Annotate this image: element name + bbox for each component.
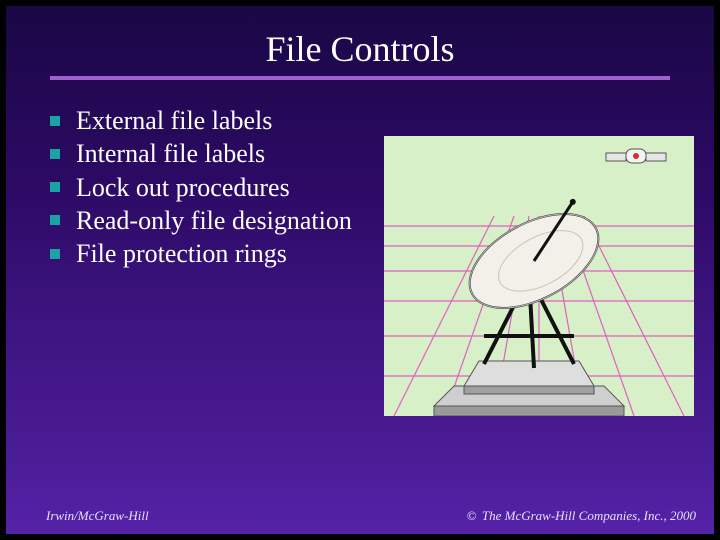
bullet-square-icon bbox=[50, 116, 60, 126]
title-area: File Controls bbox=[6, 6, 714, 90]
footer-right: © The McGraw-Hill Companies, Inc., 2000 bbox=[467, 508, 696, 524]
list-item: Internal file labels bbox=[50, 137, 352, 170]
bullet-text: External file labels bbox=[76, 104, 272, 137]
bullet-text: File protection rings bbox=[76, 237, 287, 270]
bullet-text: Internal file labels bbox=[76, 137, 265, 170]
slide: File Controls External file labels Inter… bbox=[6, 6, 714, 534]
dish-svg-icon bbox=[384, 136, 694, 416]
footer-left: Irwin/McGraw-Hill bbox=[46, 508, 149, 524]
satellite-dish-illustration bbox=[384, 136, 694, 416]
list-item: File protection rings bbox=[50, 237, 352, 270]
list-item: Lock out procedures bbox=[50, 171, 352, 204]
slide-title: File Controls bbox=[6, 28, 714, 70]
bullet-square-icon bbox=[50, 182, 60, 192]
bullet-text: Lock out procedures bbox=[76, 171, 290, 204]
footer-right-text: The McGraw-Hill Companies, Inc., 2000 bbox=[479, 508, 696, 523]
title-rule bbox=[50, 76, 670, 80]
list-item: Read-only file designation bbox=[50, 204, 352, 237]
bullet-text: Read-only file designation bbox=[76, 204, 352, 237]
list-item: External file labels bbox=[50, 104, 352, 137]
bullet-list: External file labels Internal file label… bbox=[50, 104, 352, 270]
bullet-square-icon bbox=[50, 149, 60, 159]
bullet-square-icon bbox=[50, 249, 60, 259]
copyright-symbol: © bbox=[467, 508, 477, 523]
bullet-square-icon bbox=[50, 215, 60, 225]
footer: Irwin/McGraw-Hill © The McGraw-Hill Comp… bbox=[6, 508, 714, 524]
